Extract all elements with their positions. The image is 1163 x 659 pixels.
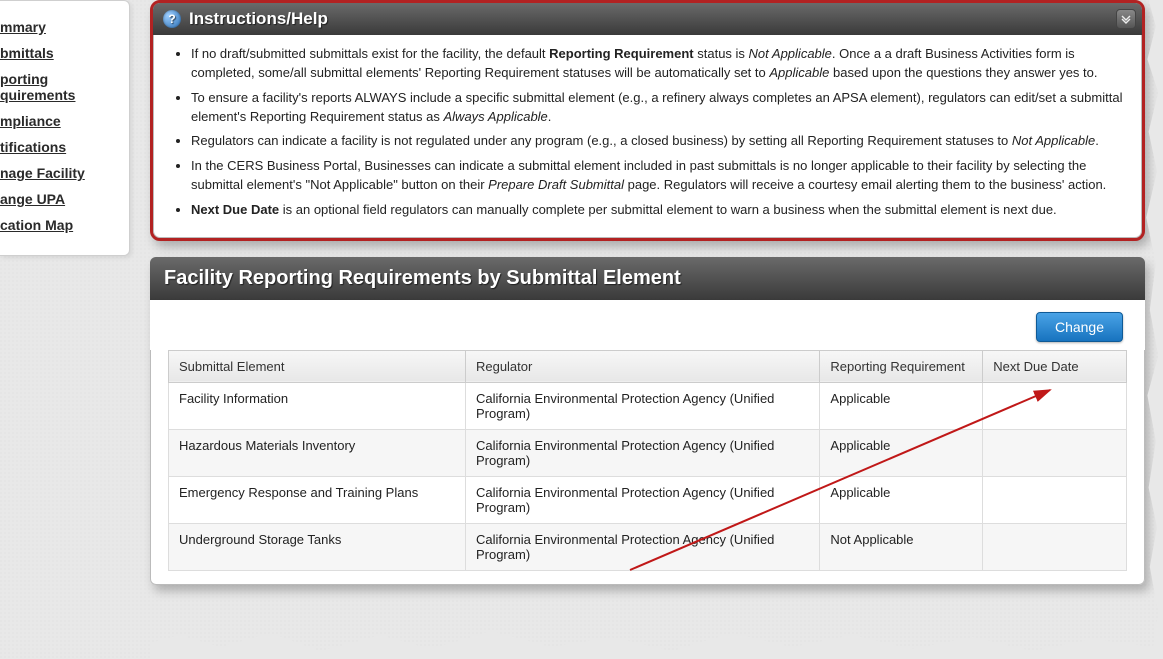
instructions-help-header: ? Instructions/Help (153, 3, 1142, 35)
instructions-help-panel: ? Instructions/Help If no draft/submitte… (150, 0, 1145, 241)
table-header-row: Submittal Element Regulator Reporting Re… (169, 350, 1127, 382)
help-bullet: Regulators can indicate a facility is no… (191, 132, 1124, 151)
sidebar-item-manage-facility[interactable]: nage Facility (0, 165, 121, 181)
table-toolbar: Change (150, 300, 1145, 350)
table-row: Hazardous Materials InventoryCalifornia … (169, 429, 1127, 476)
table-cell: Facility Information (169, 382, 466, 429)
table-row: Underground Storage TanksCalifornia Envi… (169, 523, 1127, 570)
instructions-help-title: Instructions/Help (189, 9, 328, 29)
help-bullet: If no draft/submitted submittals exist f… (191, 45, 1124, 83)
sidebar-item-submittals[interactable]: bmittals (0, 45, 121, 61)
help-bullet: To ensure a facility's reports ALWAYS in… (191, 89, 1124, 127)
table-cell: Not Applicable (820, 523, 983, 570)
sidebar-item-change-upa[interactable]: ange UPA (0, 191, 121, 207)
instructions-help-body: If no draft/submitted submittals exist f… (153, 35, 1142, 238)
change-button[interactable]: Change (1036, 312, 1123, 342)
table-cell: Underground Storage Tanks (169, 523, 466, 570)
table-cell (983, 429, 1127, 476)
col-reporting-requirement: Reporting Requirement (820, 350, 983, 382)
table-cell (983, 523, 1127, 570)
reporting-requirements-title: Facility Reporting Requirements by Submi… (164, 267, 681, 290)
table-cell: Applicable (820, 382, 983, 429)
table-cell: Emergency Response and Training Plans (169, 476, 466, 523)
table-cell: California Environmental Protection Agen… (465, 429, 819, 476)
requirements-table: Submittal Element Regulator Reporting Re… (168, 350, 1127, 571)
table-cell: California Environmental Protection Agen… (465, 382, 819, 429)
table-row: Emergency Response and Training PlansCal… (169, 476, 1127, 523)
table-cell: Hazardous Materials Inventory (169, 429, 466, 476)
col-next-due-date: Next Due Date (983, 350, 1127, 382)
sidebar: mmary bmittals porting quirements mplian… (0, 0, 130, 256)
sidebar-item-reporting-requirements[interactable]: porting quirements (0, 71, 121, 103)
table-cell: Applicable (820, 476, 983, 523)
sidebar-item-location-map[interactable]: cation Map (0, 217, 121, 233)
help-bullet: Next Due Date is an optional field regul… (191, 201, 1124, 220)
help-bullet: In the CERS Business Portal, Businesses … (191, 157, 1124, 195)
table-cell (983, 382, 1127, 429)
table-cell (983, 476, 1127, 523)
reporting-requirements-header: Facility Reporting Requirements by Submi… (150, 257, 1145, 300)
sidebar-item-compliance[interactable]: mpliance (0, 113, 121, 129)
table-cell: California Environmental Protection Agen… (465, 476, 819, 523)
help-icon: ? (163, 10, 181, 28)
col-submittal-element: Submittal Element (169, 350, 466, 382)
table-row: Facility InformationCalifornia Environme… (169, 382, 1127, 429)
table-cell: Applicable (820, 429, 983, 476)
col-regulator: Regulator (465, 350, 819, 382)
reporting-requirements-panel: Facility Reporting Requirements by Submi… (150, 257, 1145, 585)
table-cell: California Environmental Protection Agen… (465, 523, 819, 570)
sidebar-item-summary[interactable]: mmary (0, 19, 121, 35)
sidebar-item-notifications[interactable]: tifications (0, 139, 121, 155)
collapse-button[interactable] (1116, 9, 1136, 29)
